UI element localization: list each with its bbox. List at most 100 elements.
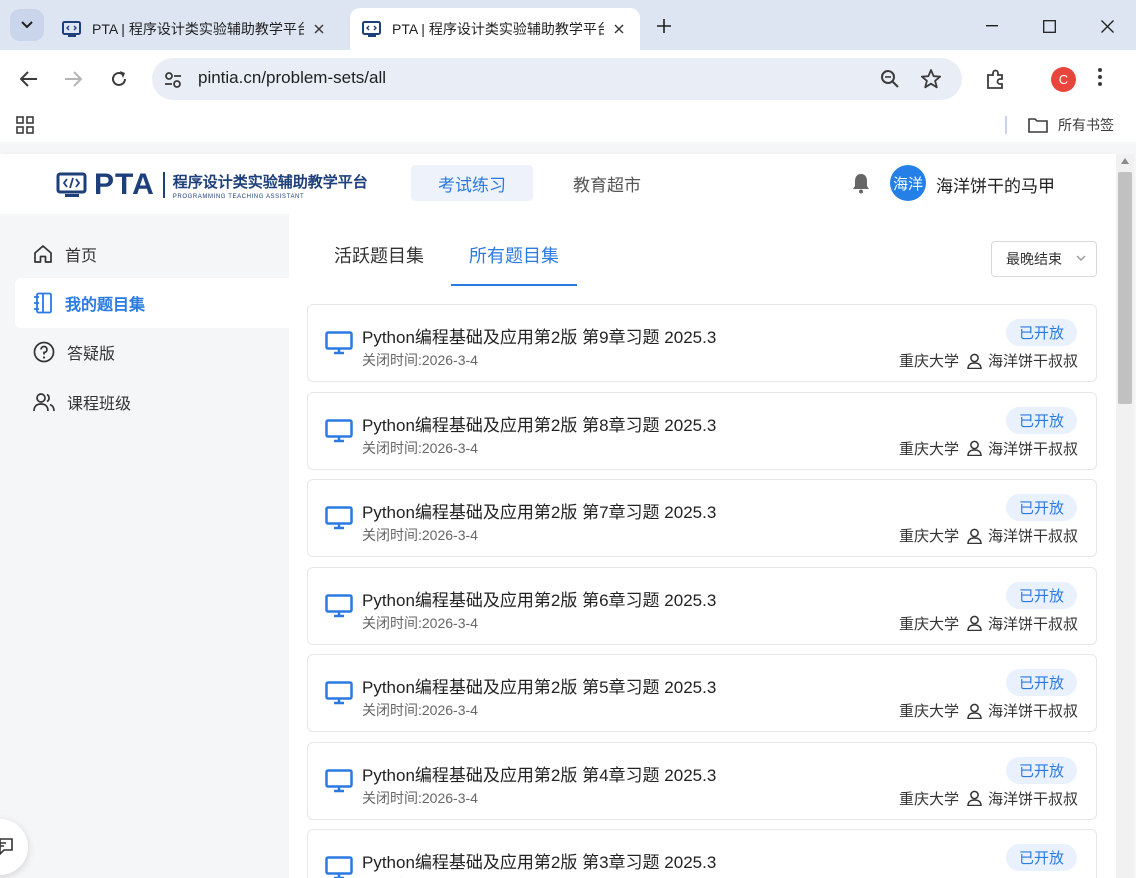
user-name[interactable]: 海洋饼干的马甲 — [936, 172, 1055, 197]
close-time: 关闭时间:2026-3-4 — [362, 614, 478, 631]
logo-mark: PTA — [94, 168, 155, 201]
notebook-icon — [34, 292, 52, 314]
sidebar-item-label: 首页 — [65, 248, 98, 265]
site-header: PTA 程序设计类实验辅助教学平台 PROGRAMMING TEACHING A… — [0, 154, 1116, 214]
close-icon[interactable] — [310, 20, 328, 38]
bell-icon[interactable] — [850, 172, 872, 194]
problem-set-title[interactable]: Python编程基础及应用第2版 第3章习题 2025.3 — [362, 848, 716, 873]
arrow-left-icon — [20, 71, 37, 87]
problem-set-card[interactable]: Python编程基础及应用第2版 第3章习题 2025.3 关闭时间:2026-… — [307, 829, 1097, 878]
school-name: 重庆大学 — [898, 703, 959, 720]
problem-set-meta: 重庆大学 海洋饼干叔叔 — [899, 700, 1078, 721]
page-scrollbar[interactable] — [1116, 154, 1134, 878]
bookmark-star-icon[interactable] — [920, 68, 942, 90]
sidebar-item-label: 课程班级 — [67, 396, 132, 413]
problem-set-card[interactable]: Python编程基础及应用第2版 第4章习题 2025.3 关闭时间:2026-… — [307, 741, 1097, 820]
bookmarks-divider — [1005, 116, 1007, 134]
problem-set-title[interactable]: Python编程基础及应用第2版 第5章习题 2025.3 — [362, 673, 716, 698]
problem-set-card[interactable]: Python编程基础及应用第2版 第6章习题 2025.3 关闭时间:2026-… — [307, 566, 1097, 645]
apps-grid-icon[interactable] — [16, 116, 34, 134]
close-time: 关闭时间:2026-3-4 — [362, 439, 478, 456]
tab-active-problem-sets[interactable]: 活跃题目集 — [334, 242, 424, 268]
pta-favicon-icon — [362, 21, 381, 37]
zoom-icon[interactable] — [880, 69, 900, 89]
school-name: 重庆大学 — [898, 440, 959, 458]
user-avatar[interactable]: 海洋 — [890, 165, 926, 201]
arrow-right-icon — [65, 71, 82, 87]
main-content: 活跃题目集 所有题目集 最晚结束 Python编程基础及应用第2版 第9章习题 … — [289, 214, 1116, 878]
all-bookmarks-button[interactable]: 所有书签 — [1028, 115, 1114, 135]
problem-set-title[interactable]: Python编程基础及应用第2版 第9章习题 2025.3 — [362, 323, 716, 348]
reload-icon — [112, 71, 126, 86]
nav-exam-practice[interactable]: 考试练习 — [411, 165, 533, 201]
close-icon[interactable] — [610, 20, 628, 38]
url-text[interactable]: pintia.cn/problem-sets/all — [198, 68, 386, 88]
sidebar-item-label: 答疑版 — [67, 346, 116, 363]
back-button[interactable] — [14, 64, 44, 94]
logo-english-name: PROGRAMMING TEACHING ASSISTANT — [172, 193, 305, 200]
tab-search-button[interactable] — [10, 9, 44, 41]
all-bookmarks-label: 所有书签 — [1058, 117, 1114, 133]
problem-set-title[interactable]: Python编程基础及应用第2版 第7章习题 2025.3 — [362, 498, 716, 523]
scroll-thumb[interactable] — [1118, 172, 1132, 404]
status-badge: 已开放 — [1006, 494, 1077, 521]
owner-name: 海洋饼干叔叔 — [987, 528, 1078, 545]
monitor-icon — [325, 506, 353, 530]
nav-education-market[interactable]: 教育超市 — [546, 165, 668, 201]
sidebar-item-home[interactable]: 首页 — [15, 229, 289, 279]
profile-avatar[interactable]: C — [1051, 67, 1076, 92]
forward-button[interactable] — [58, 64, 88, 94]
reload-button[interactable] — [104, 64, 134, 94]
scroll-up-arrow-icon[interactable] — [1121, 158, 1129, 164]
user-icon — [967, 528, 982, 544]
question-circle-icon — [33, 341, 55, 363]
logo-divider — [162, 172, 165, 198]
user-icon — [967, 703, 982, 719]
address-bar[interactable]: pintia.cn/problem-sets/all — [152, 58, 962, 100]
monitor-icon — [325, 681, 353, 705]
close-time: 关闭时间:2026-3-4 — [362, 789, 478, 806]
minimize-button[interactable] — [978, 12, 1006, 40]
browser-tab-1[interactable]: PTA | 程序设计类实验辅助教学平台 — [50, 8, 340, 50]
problem-set-title[interactable]: Python编程基础及应用第2版 第4章习题 2025.3 — [362, 761, 716, 786]
site-logo[interactable]: PTA 程序设计类实验辅助教学平台 PROGRAMMING TEACHING A… — [56, 168, 368, 202]
monitor-icon — [325, 331, 353, 355]
logo-chinese-name: 程序设计类实验辅助教学平台 — [172, 173, 368, 191]
close-window-button[interactable] — [1093, 12, 1121, 40]
tab-all-problem-sets[interactable]: 所有题目集 — [469, 242, 559, 268]
school-name: 重庆大学 — [898, 528, 959, 545]
problem-set-card[interactable]: Python编程基础及应用第2版 第5章习题 2025.3 关闭时间:2026-… — [307, 654, 1097, 732]
maximize-button[interactable] — [1035, 12, 1063, 40]
owner-name: 海洋饼干叔叔 — [987, 790, 1078, 808]
problem-set-card[interactable]: Python编程基础及应用第2版 第7章习题 2025.3 关闭时间:2026-… — [307, 479, 1097, 557]
status-badge: 已开放 — [1006, 669, 1077, 696]
school-name: 重庆大学 — [898, 615, 959, 633]
new-tab-button[interactable] — [650, 12, 678, 40]
problem-set-title[interactable]: Python编程基础及应用第2版 第8章习题 2025.3 — [362, 411, 716, 436]
school-name: 重庆大学 — [898, 353, 959, 370]
sort-dropdown[interactable]: 最晚结束 — [991, 241, 1097, 277]
owner-name: 海洋饼干叔叔 — [987, 703, 1078, 720]
problem-set-card[interactable]: Python编程基础及应用第2版 第8章习题 2025.3 关闭时间:2026-… — [307, 391, 1097, 470]
page-viewport: PTA 程序设计类实验辅助教学平台 PROGRAMMING TEACHING A… — [0, 142, 1136, 878]
extensions-icon[interactable] — [984, 68, 1008, 92]
status-badge: 已开放 — [1006, 844, 1077, 871]
problem-set-title[interactable]: Python编程基础及应用第2版 第6章习题 2025.3 — [362, 586, 716, 611]
problem-set-card[interactable]: Python编程基础及应用第2版 第9章习题 2025.3 关闭时间:2026-… — [307, 304, 1097, 382]
pta-favicon-icon — [62, 21, 81, 37]
owner-name: 海洋饼干叔叔 — [987, 440, 1078, 458]
sidebar-item-my-problem-sets[interactable]: 我的题目集 — [15, 278, 289, 328]
browser-tab-2[interactable]: PTA | 程序设计类实验辅助教学平台 — [350, 8, 640, 50]
sidebar-item-course-classes[interactable]: 课程班级 — [15, 377, 289, 427]
monitor-icon — [325, 593, 353, 617]
sidebar-item-qa-board[interactable]: 答疑版 — [15, 327, 289, 377]
status-badge: 已开放 — [1006, 756, 1077, 784]
more-menu-icon[interactable] — [1098, 68, 1102, 86]
chevron-down-icon — [21, 21, 33, 29]
feedback-button[interactable] — [0, 819, 28, 875]
minimize-icon — [986, 25, 998, 27]
problem-set-meta: 重庆大学 海洋饼干叔叔 — [899, 350, 1078, 371]
site-info-icon[interactable] — [162, 69, 184, 91]
sidebar-item-label: 我的题目集 — [65, 297, 146, 314]
sidebar: 首页 我的题目集 答疑版 课程班级 — [0, 214, 289, 878]
